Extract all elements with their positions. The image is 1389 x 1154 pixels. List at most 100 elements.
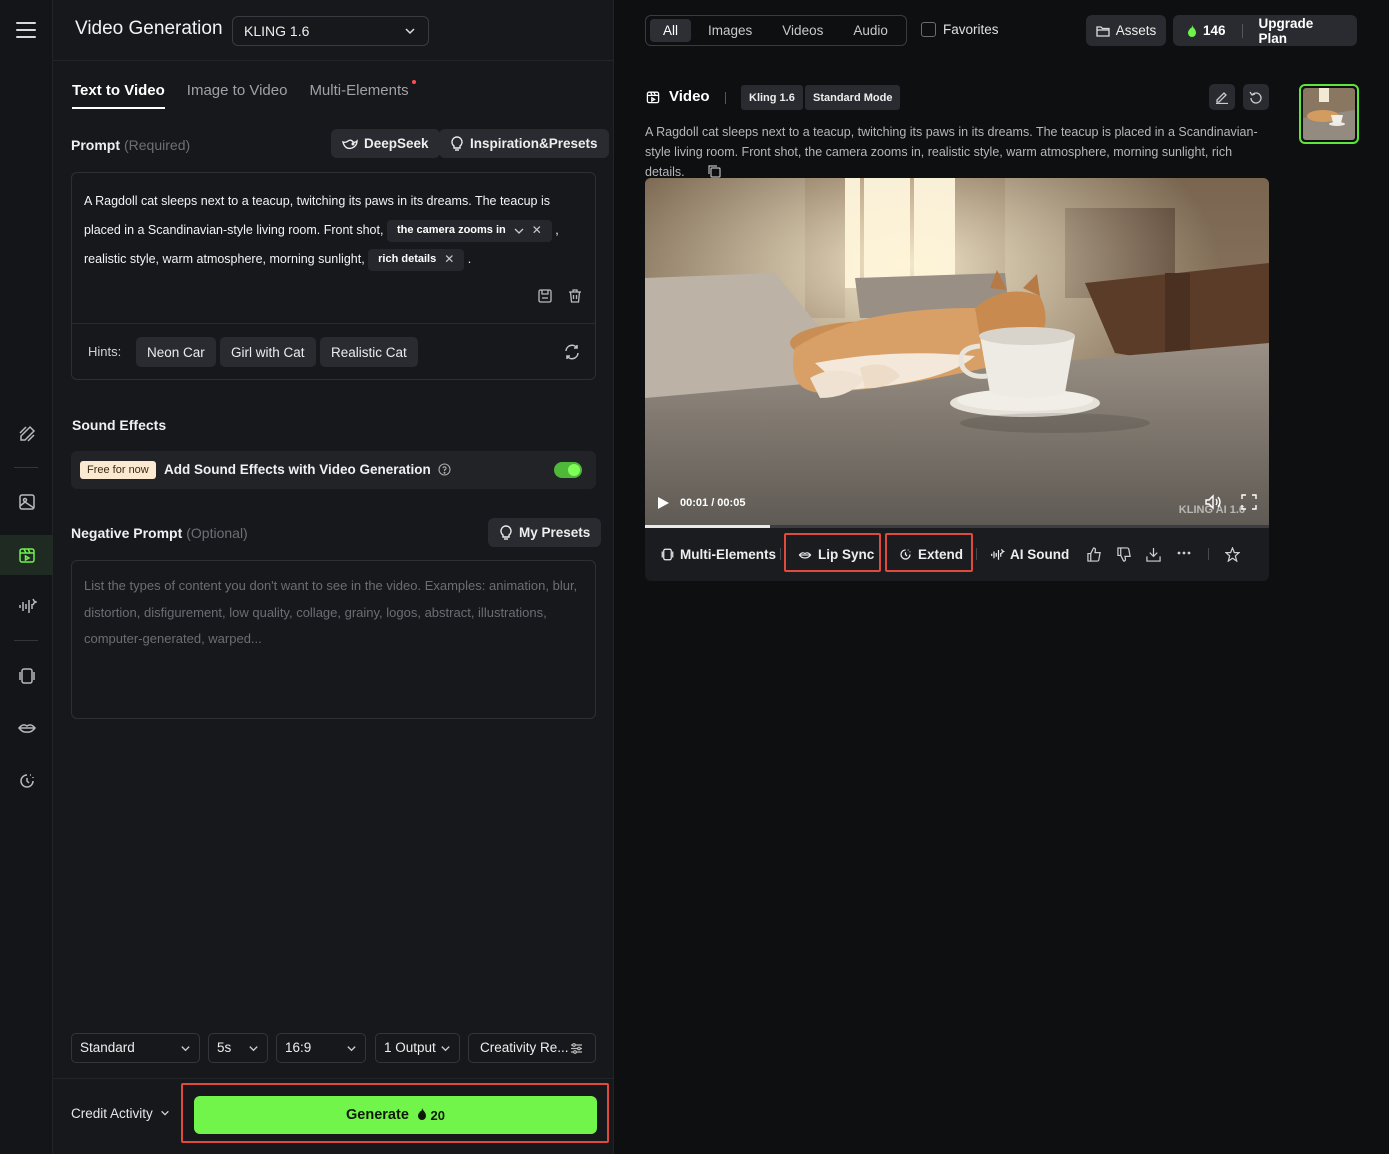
star-icon[interactable] (1225, 547, 1240, 562)
history-thumbnail[interactable] (1299, 84, 1359, 144)
multi-elements-action[interactable]: Multi-Elements (660, 547, 776, 562)
extend-action[interactable]: Extend (898, 547, 963, 562)
mode-select[interactable]: Standard (71, 1033, 200, 1063)
chevron-down-icon (160, 1110, 169, 1116)
regenerate-button[interactable] (1243, 84, 1269, 110)
hint-chip[interactable]: Realistic Cat (320, 337, 418, 367)
favorites-checkbox[interactable]: Favorites (921, 22, 999, 37)
playback-controls-left: 00:01 / 00:05 (657, 496, 745, 510)
trash-icon[interactable] (567, 288, 583, 304)
assets-label: Assets (1115, 23, 1157, 38)
video-card-header: Video Kling 1.6 Standard Mode (645, 84, 1269, 110)
chevron-down-icon (249, 1046, 258, 1052)
prompt-tools (537, 288, 583, 304)
tab-multi-elements[interactable]: Multi-Elements (309, 80, 416, 109)
tab-text-to-video[interactable]: Text to Video (72, 82, 165, 109)
rail-audio-icon[interactable] (0, 586, 53, 626)
hint-chip[interactable]: Girl with Cat (220, 337, 316, 367)
hint-chip[interactable]: Neon Car (136, 337, 216, 367)
deepseek-whale-icon (342, 138, 358, 149)
ai-sound-label: AI Sound (1010, 547, 1070, 562)
lip-sync-action[interactable]: Lip Sync (797, 547, 874, 562)
tab-image-to-video[interactable]: Image to Video (187, 82, 288, 109)
left-panel: Video Generation KLING 1.6 Text to Video… (53, 0, 614, 1154)
more-icon[interactable] (1177, 551, 1191, 555)
rail-video-icon[interactable] (0, 535, 53, 575)
pencil-icon (1216, 92, 1228, 104)
inspiration-presets-button[interactable]: Inspiration&Presets (439, 129, 609, 158)
my-presets-button[interactable]: My Presets (488, 518, 602, 547)
refresh-icon[interactable] (563, 343, 581, 361)
ai-sound-action[interactable]: AI Sound (989, 547, 1069, 562)
filter-videos[interactable]: Videos (769, 19, 836, 42)
generate-button[interactable]: Generate 20 (194, 1096, 597, 1134)
help-icon[interactable] (437, 463, 451, 476)
outputs-select[interactable]: 1 Output (375, 1033, 460, 1063)
generate-cost-value: 20 (430, 1107, 445, 1123)
playback-time: 00:01 / 00:05 (680, 497, 746, 509)
prompt-editor[interactable]: A Ragdoll cat sleeps next to a teacup, t… (71, 172, 596, 380)
divider (725, 92, 726, 104)
play-icon[interactable] (657, 496, 670, 510)
checkbox-icon[interactable] (921, 22, 936, 37)
video-icon (646, 91, 660, 103)
assets-button[interactable]: Assets (1086, 15, 1166, 46)
filter-audio[interactable]: Audio (840, 19, 901, 42)
hints-label: Hints: (88, 344, 122, 359)
playback-controls-right (1205, 494, 1257, 510)
prompt-chip[interactable]: the camera zooms in ✕ (386, 219, 552, 242)
rail-lips-icon[interactable] (0, 708, 53, 748)
filter-all[interactable]: All (650, 19, 692, 42)
ratio-select[interactable]: 16:9 (276, 1033, 366, 1063)
rail-image-icon[interactable] (0, 482, 53, 522)
download-icon[interactable] (1146, 547, 1161, 562)
rail-elements-icon[interactable] (0, 656, 53, 696)
outputs-select-value: 1 Output (384, 1040, 436, 1055)
credits-upgrade-button[interactable]: 146 Upgrade Plan (1173, 15, 1357, 46)
chevron-down-icon[interactable] (514, 226, 524, 236)
prompt-chip[interactable]: rich details ✕ (368, 248, 465, 271)
negative-optional-note: (Optional) (186, 525, 248, 541)
mode-select-value: Standard (80, 1040, 135, 1055)
close-icon[interactable]: ✕ (532, 216, 542, 245)
prompt-label: Prompt (Required) (71, 137, 190, 153)
multi-elements-label: Multi-Elements (680, 547, 777, 562)
chevron-down-icon (347, 1046, 356, 1052)
filter-images[interactable]: Images (695, 19, 765, 42)
model-select[interactable]: KLING 1.6 (232, 16, 429, 46)
prompt-required-note: (Required) (124, 137, 191, 153)
credit-activity-button[interactable]: Credit Activity (71, 1106, 170, 1121)
negative-prompt-input[interactable]: List the types of content you don't want… (71, 560, 596, 719)
copy-icon[interactable] (708, 165, 721, 178)
rail-divider (14, 467, 38, 468)
prompt-text[interactable]: A Ragdoll cat sleeps next to a teacup, t… (84, 187, 584, 274)
rail-edit-icon[interactable] (0, 414, 53, 454)
thumbs-down-icon[interactable] (1117, 547, 1132, 562)
video-description: A Ragdoll cat sleeps next to a teacup, t… (645, 122, 1269, 182)
video-card-tools (1209, 84, 1269, 110)
upgrade-plan-label[interactable]: Upgrade Plan (1259, 16, 1344, 46)
volume-icon[interactable] (1205, 494, 1223, 510)
asset-filter-tabs: All Images Videos Audio (645, 15, 907, 46)
divider (780, 548, 781, 560)
prompt-chip-label: the camera zooms in (396, 224, 506, 237)
lightbulb-icon (500, 524, 512, 540)
video-description-text: A Ragdoll cat sleeps next to a teacup, t… (645, 125, 1258, 179)
hamburger-menu-icon[interactable] (16, 22, 36, 38)
my-presets-label: My Presets (519, 525, 591, 540)
duration-select[interactable]: 5s (208, 1033, 268, 1063)
video-player[interactable]: 00:01 / 00:05 KLING AI 1.6 (645, 178, 1269, 525)
sound-effects-description: Add Sound Effects with Video Generation (164, 462, 431, 477)
close-icon[interactable]: ✕ (444, 245, 454, 274)
creativity-button[interactable]: Creativity Re... (468, 1033, 596, 1063)
left-rail (0, 0, 53, 1154)
video-card-title: Video (645, 88, 710, 105)
free-badge: Free for now (80, 461, 156, 479)
sound-effects-toggle[interactable] (554, 462, 582, 478)
fullscreen-icon[interactable] (1241, 494, 1257, 510)
save-icon[interactable] (537, 288, 553, 304)
deepseek-button[interactable]: DeepSeek (331, 129, 440, 158)
thumbs-up-icon[interactable] (1087, 547, 1102, 562)
edit-button[interactable] (1209, 84, 1235, 110)
rail-history-icon[interactable] (0, 761, 53, 801)
